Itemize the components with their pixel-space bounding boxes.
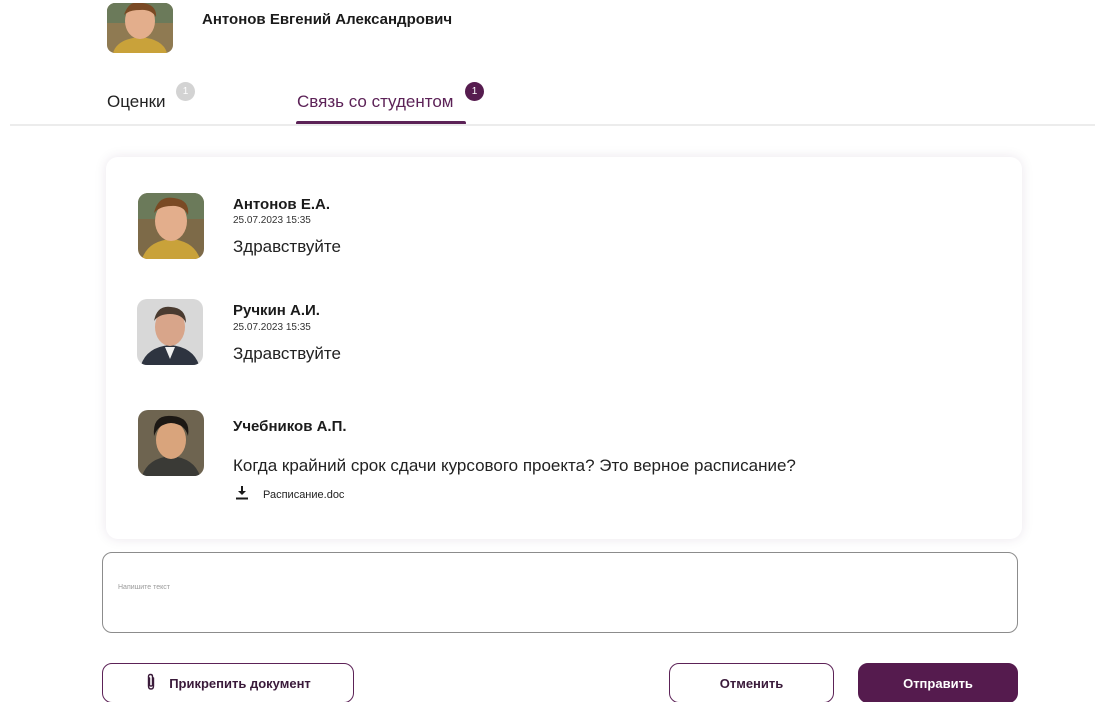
- message-avatar: [138, 193, 204, 259]
- message-input[interactable]: [102, 552, 1018, 633]
- attachment-link[interactable]: Расписание.doc: [235, 485, 344, 505]
- cancel-button[interactable]: Отменить: [669, 663, 834, 702]
- message-timestamp: 25.07.2023 15:35: [233, 215, 311, 226]
- tab-student-chat-badge: 1: [465, 82, 484, 101]
- tab-student-chat-label: Связь со студентом: [297, 92, 454, 111]
- tab-grades[interactable]: Оценки 1: [107, 82, 195, 112]
- paperclip-icon: [145, 673, 157, 694]
- message-avatar: [138, 410, 204, 476]
- download-icon: [235, 485, 249, 505]
- message-text: Когда крайний срок сдачи курсового проек…: [233, 456, 796, 475]
- attach-document-label: Прикрепить документ: [169, 675, 311, 691]
- attachment-name: Расписание.doc: [263, 489, 345, 501]
- message-text: Здравствуйте: [233, 237, 341, 256]
- student-name: Антонов Евгений Александрович: [202, 11, 453, 28]
- message-author: Учебников А.П.: [233, 418, 347, 435]
- message-avatar: [137, 299, 203, 365]
- message-text: Здравствуйте: [233, 344, 341, 363]
- send-button[interactable]: Отправить: [858, 663, 1018, 702]
- student-avatar: [107, 3, 173, 53]
- message-author: Антонов Е.А.: [233, 196, 330, 213]
- tab-grades-badge: 1: [176, 82, 195, 101]
- tabs-divider: [10, 124, 1095, 126]
- attach-document-button[interactable]: Прикрепить документ: [102, 663, 354, 702]
- message-timestamp: 25.07.2023 15:35: [233, 322, 311, 333]
- message-author: Ручкин А.И.: [233, 302, 320, 319]
- tab-grades-label: Оценки: [107, 92, 166, 111]
- tab-student-chat[interactable]: Связь со студентом 1: [297, 82, 484, 112]
